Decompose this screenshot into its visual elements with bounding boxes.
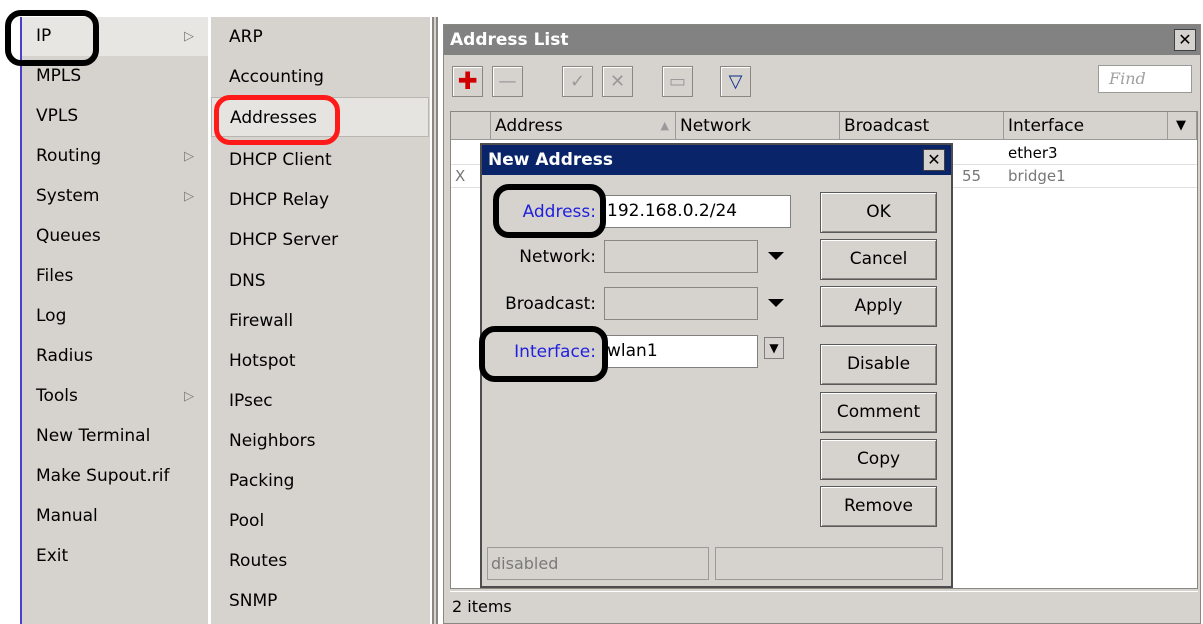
broadcast-input[interactable]	[604, 287, 758, 320]
address-input[interactable]: 192.168.0.2/24	[604, 195, 791, 228]
submenu-item-packing[interactable]: Packing	[211, 461, 429, 501]
menu-item-label: Exit	[36, 546, 69, 566]
row-interface[interactable]: bridge1	[1004, 165, 1168, 187]
menu-item-label: Radius	[36, 346, 94, 366]
minus-icon[interactable]: —	[492, 66, 523, 97]
menu-item-radius[interactable]: Radius	[22, 337, 208, 376]
submenu-item-firewall[interactable]: Firewall	[211, 301, 429, 341]
menu-item-make-supout[interactable]: Make Supout.rif	[22, 457, 208, 496]
close-icon[interactable]: ✕	[923, 149, 945, 171]
menu-item-tools[interactable]: Tools ▷	[22, 377, 208, 416]
menu-item-log[interactable]: Log	[22, 297, 208, 336]
note-icon[interactable]: ▭	[662, 66, 693, 97]
submenu-arrow-icon: ▷	[184, 189, 194, 204]
copy-button[interactable]: Copy	[820, 439, 937, 480]
highlight-ring-interface-label	[479, 326, 608, 382]
menu-item-label: Routing	[36, 146, 102, 166]
submenu-item-accounting[interactable]: Accounting	[211, 57, 429, 97]
submenu-item-hotspot[interactable]: Hotspot	[211, 341, 429, 381]
column-header-network[interactable]: Network	[676, 112, 840, 140]
comment-button[interactable]: Comment	[820, 392, 937, 433]
menu-item-vpls[interactable]: VPLS	[22, 97, 208, 136]
submenu-item-snmp[interactable]: SNMP	[211, 581, 429, 621]
apply-button[interactable]: Apply	[820, 286, 937, 327]
submenu-item-dhcp-relay[interactable]: DHCP Relay	[211, 180, 429, 220]
submenu-arrow-icon: ▷	[184, 389, 194, 404]
menu-item-label: New Terminal	[36, 426, 151, 446]
check-icon[interactable]: ✓	[562, 66, 593, 97]
menu-item-label: Queues	[36, 226, 101, 246]
filter-icon[interactable]: ▽	[720, 66, 751, 97]
row-interface[interactable]: ether3	[1004, 142, 1168, 164]
remove-button[interactable]: Remove	[820, 486, 937, 527]
network-input[interactable]	[604, 240, 758, 273]
highlight-ring-address-label	[493, 184, 606, 238]
submenu-item-neighbors[interactable]: Neighbors	[211, 421, 429, 461]
menu-item-label: Log	[36, 306, 67, 326]
network-label: Network:	[519, 247, 596, 267]
address-list-titlebar[interactable]: Address List ✕	[444, 25, 1200, 55]
menu-item-exit[interactable]: Exit	[22, 537, 208, 576]
submenu-item-pool[interactable]: Pool	[211, 501, 429, 541]
find-input[interactable]: Find	[1098, 65, 1192, 93]
window-title: Address List	[450, 30, 569, 50]
submenu-item-arp[interactable]: ARP	[211, 17, 429, 57]
cancel-button[interactable]: Cancel	[820, 239, 937, 280]
dialog-titlebar[interactable]: New Address ✕	[482, 145, 951, 175]
interface-dropdown-icon[interactable]: ▼	[764, 337, 784, 359]
dialog-status-left: disabled	[487, 547, 709, 580]
dialog-title: New Address	[488, 150, 614, 170]
submenu-item-dhcp-client[interactable]: DHCP Client	[211, 140, 429, 180]
broadcast-dropdown-icon[interactable]	[768, 299, 784, 307]
highlight-ring-addresses	[214, 95, 340, 145]
menu-item-manual[interactable]: Manual	[22, 497, 208, 536]
flag-column-header[interactable]	[451, 112, 491, 140]
broadcast-label: Broadcast:	[505, 294, 596, 314]
highlight-ring-ip	[5, 10, 99, 66]
column-header-broadcast[interactable]: Broadcast	[840, 112, 1004, 140]
menu-item-label: VPLS	[36, 106, 79, 126]
network-dropdown-icon[interactable]	[768, 252, 784, 260]
disable-button[interactable]: Disable	[820, 344, 937, 385]
menu-item-routing[interactable]: Routing ▷	[22, 137, 208, 176]
menu-item-files[interactable]: Files	[22, 257, 208, 296]
column-header-address[interactable]: Address ▲	[491, 112, 676, 140]
submenu-item-dns[interactable]: DNS	[211, 261, 429, 301]
column-label: Address	[495, 116, 563, 136]
menu-item-label: Manual	[36, 506, 98, 526]
submenu-item-dhcp-server[interactable]: DHCP Server	[211, 220, 429, 260]
panel-splitter[interactable]	[432, 17, 438, 624]
cross-icon[interactable]: ✕	[602, 66, 633, 97]
close-icon[interactable]: ✕	[1174, 29, 1196, 51]
dialog-status-right	[715, 547, 943, 580]
menu-item-new-terminal[interactable]: New Terminal	[22, 417, 208, 456]
menu-item-system[interactable]: System ▷	[22, 177, 208, 216]
plus-icon[interactable]: ✚	[452, 66, 483, 97]
menu-item-label: Files	[36, 266, 74, 286]
ok-button[interactable]: OK	[820, 192, 937, 233]
status-bar: 2 items	[450, 591, 1198, 621]
main-menu: IP ▷ MPLS VPLS Routing ▷ System ▷ Queues Fi…	[20, 17, 208, 624]
row-broadcast[interactable]: 55	[958, 165, 998, 187]
submenu-arrow-icon: ▷	[184, 149, 194, 164]
submenu-arrow-icon: ▷	[184, 29, 194, 44]
submenu-item-ipsec[interactable]: IPsec	[211, 381, 429, 421]
menu-item-label: System	[36, 186, 100, 206]
menu-item-label: Make Supout.rif	[36, 466, 170, 486]
menu-item-label: MPLS	[36, 66, 82, 86]
menu-item-queues[interactable]: Queues	[22, 217, 208, 256]
menu-item-label: Tools	[36, 386, 78, 406]
submenu-item-routes[interactable]: Routes	[211, 541, 429, 581]
column-menu-icon[interactable]: ▼	[1168, 112, 1197, 140]
interface-select[interactable]: wlan1	[604, 335, 758, 368]
sort-ascending-icon: ▲	[660, 119, 669, 132]
column-header-interface[interactable]: Interface	[1004, 112, 1168, 140]
